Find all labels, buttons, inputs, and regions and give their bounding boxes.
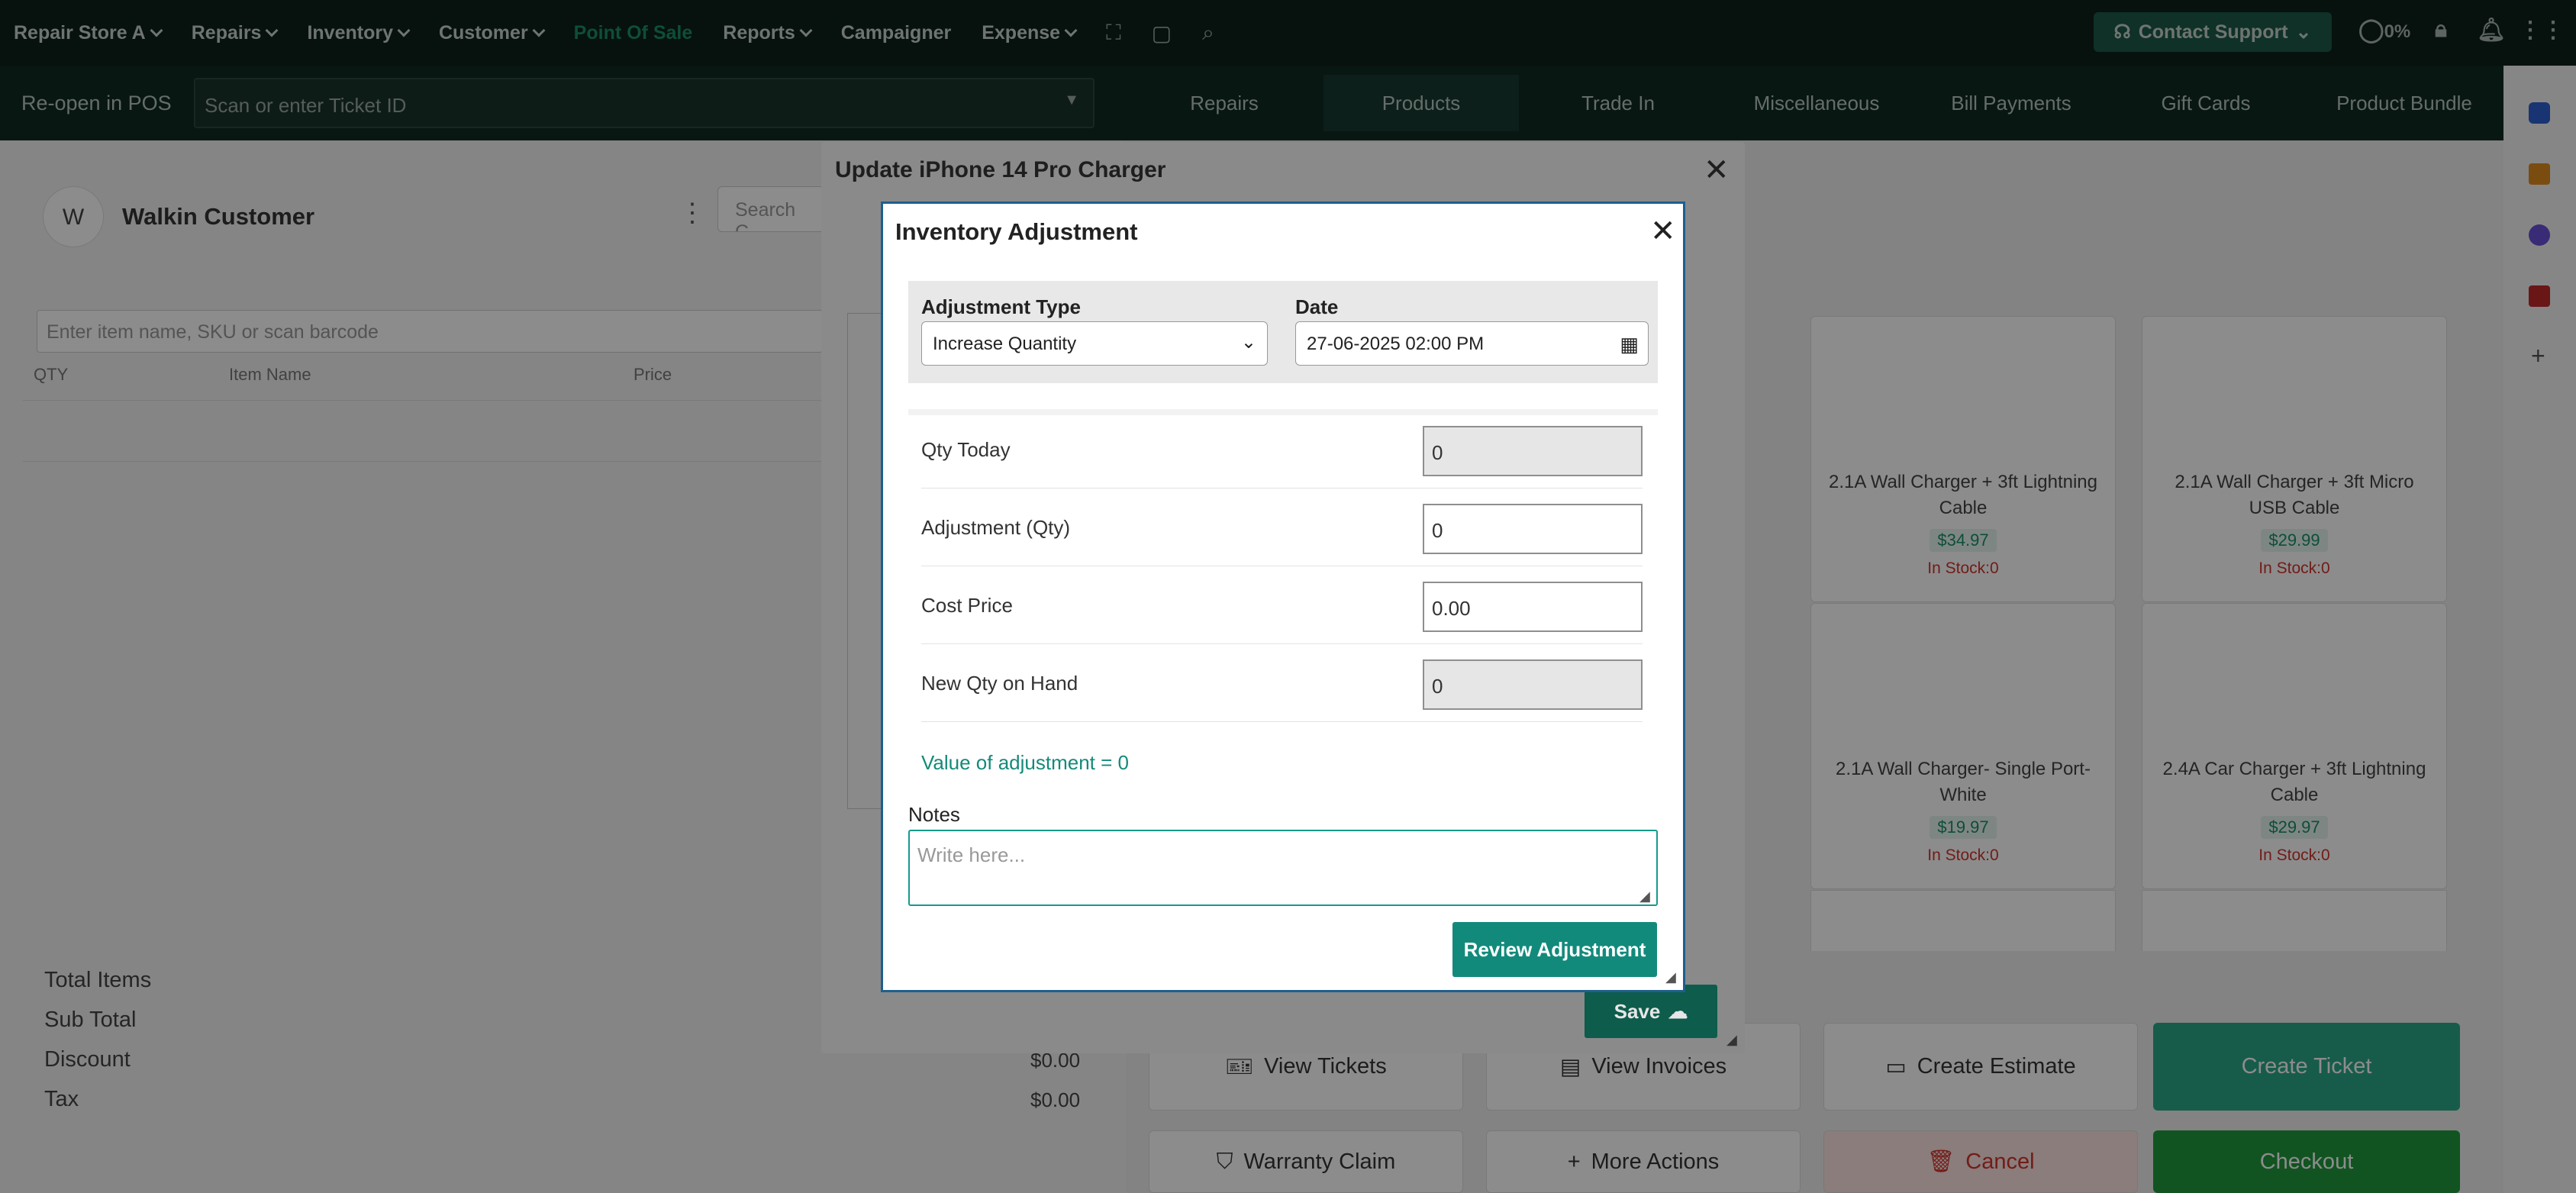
new-qty-field: 0	[1423, 659, 1643, 710]
value-of-adjustment: Value of adjustment = 0	[921, 751, 1129, 774]
close-icon[interactable]: ✕	[1650, 214, 1676, 249]
close-icon[interactable]: ✕	[1704, 153, 1730, 188]
date-input[interactable]: 27-06-2025 02:00 PM ▦	[1295, 321, 1649, 366]
update-modal-title: Update iPhone 14 Pro Charger	[835, 157, 1166, 182]
cost-price-field[interactable]: 0.00	[1423, 582, 1643, 632]
adjustment-qty-label: Adjustment (Qty)	[921, 516, 1071, 539]
resize-handle-icon[interactable]: ◢	[1665, 969, 1676, 985]
cost-price-row: Cost Price 0.00	[921, 566, 1643, 644]
qty-today-row: Qty Today 0	[921, 411, 1643, 488]
calendar-icon[interactable]: ▦	[1620, 333, 1639, 356]
qty-today-field: 0	[1423, 426, 1643, 476]
new-qty-label: New Qty on Hand	[921, 672, 1078, 695]
resize-handle-icon[interactable]: ◢	[1639, 888, 1650, 904]
notes-textarea[interactable]: Write here...	[908, 830, 1658, 906]
adjustment-qty-field[interactable]: 0	[1423, 504, 1643, 554]
chevron-down-icon: ⌄	[1240, 332, 1256, 353]
save-button[interactable]: Save ☁	[1585, 985, 1717, 1038]
cost-price-label: Cost Price	[921, 594, 1013, 617]
review-adjustment-button[interactable]: Review Adjustment	[1452, 922, 1657, 977]
notes-label: Notes	[908, 803, 960, 826]
date-label: Date	[1295, 295, 1339, 318]
inventory-adjustment-title: Inventory Adjustment	[895, 218, 1138, 245]
qty-today-label: Qty Today	[921, 438, 1011, 461]
cloud-upload-icon: ☁	[1668, 999, 1688, 1023]
new-qty-row: New Qty on Hand 0	[921, 644, 1643, 722]
resize-handle-icon[interactable]: ◢	[1726, 1032, 1737, 1048]
adjustment-type-label: Adjustment Type	[921, 295, 1081, 318]
adjustment-type-select[interactable]: Increase Quantity ⌄	[921, 321, 1268, 366]
adjustment-qty-row: Adjustment (Qty) 0	[921, 488, 1643, 566]
